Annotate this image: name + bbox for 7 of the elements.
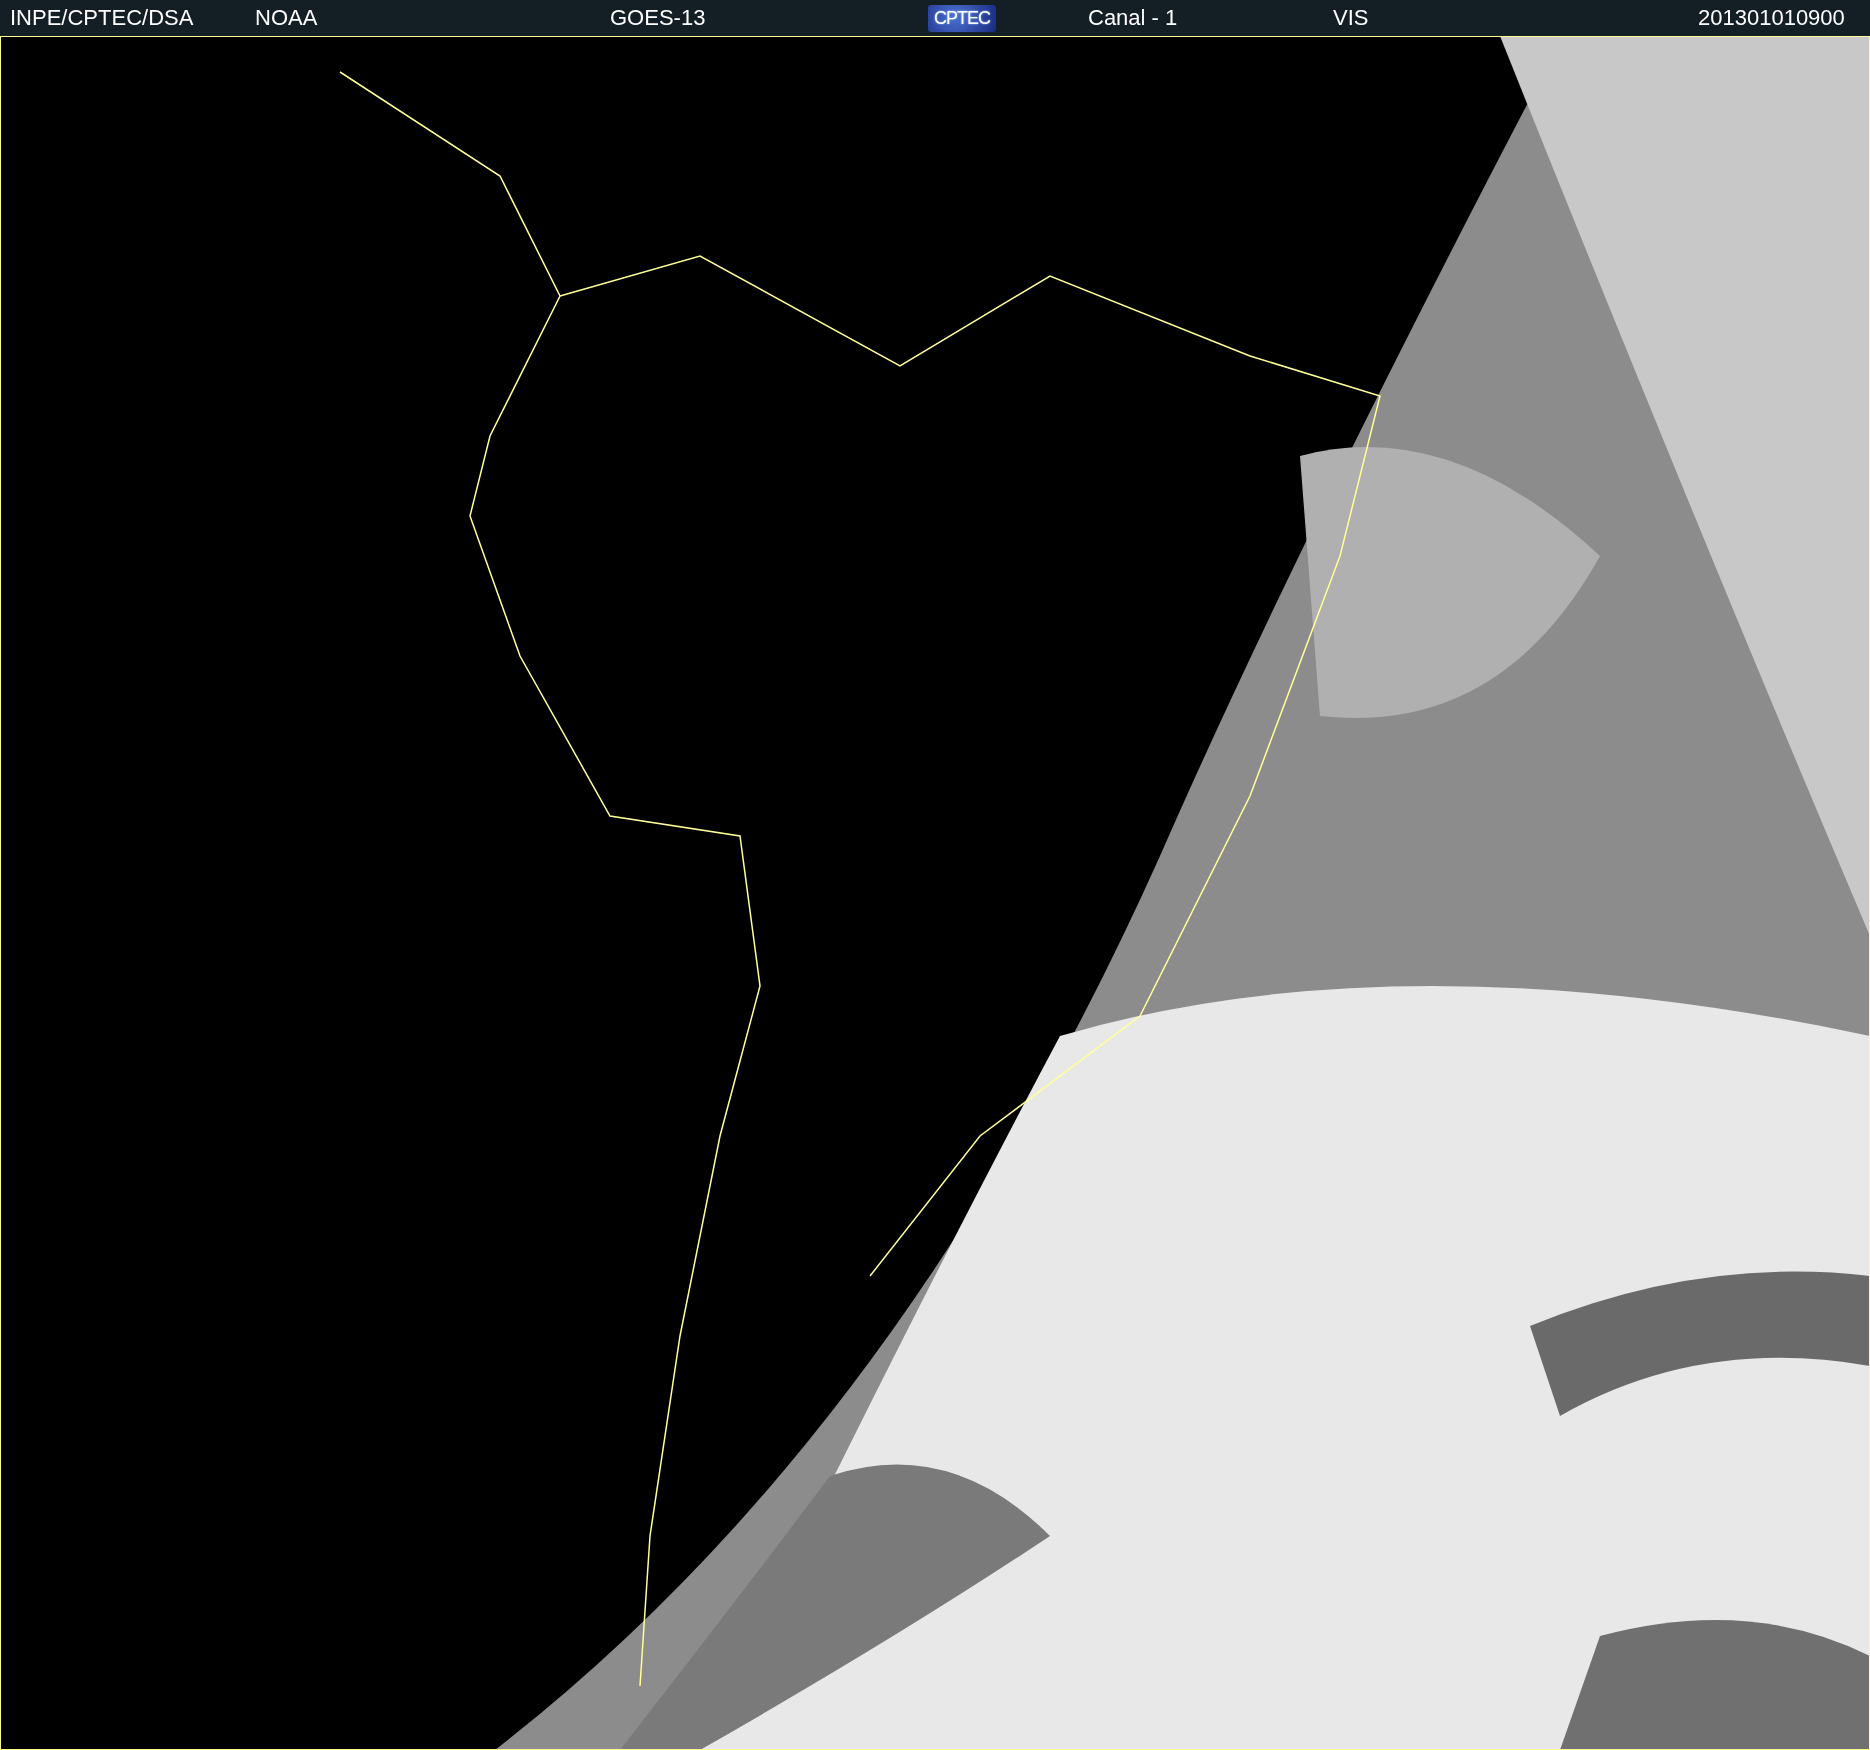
header-label: 201301010900 [1698,5,1845,31]
header-label: GOES-13 [610,5,706,31]
cptec-logo: CPTEC [928,5,996,32]
header-label: VIS [1333,5,1369,31]
header-label: INPE/CPTEC/DSA [10,5,194,31]
header-label: NOAA [255,5,318,31]
header-label: Canal - 1 [1088,5,1178,31]
